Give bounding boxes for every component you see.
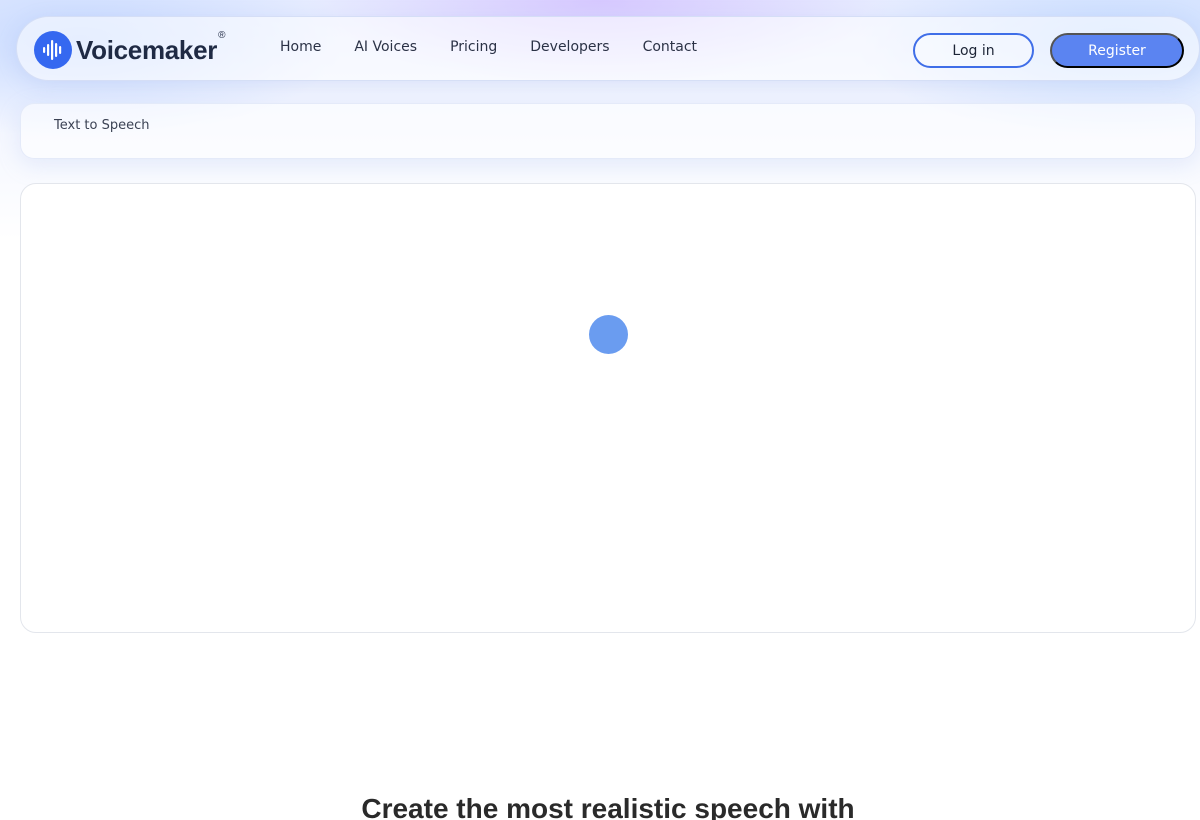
nav-link-ai-voices[interactable]: AI Voices — [354, 39, 417, 55]
register-button[interactable]: Register — [1050, 33, 1184, 68]
nav-link-home[interactable]: Home — [280, 39, 321, 55]
nav-link-contact[interactable]: Contact — [643, 39, 697, 55]
editor-panel — [20, 183, 1196, 633]
nav-link-pricing[interactable]: Pricing — [450, 39, 497, 55]
hero-heading: Create the most realistic speech with — [361, 793, 855, 820]
waveform-logo-icon — [34, 31, 72, 69]
main-nav: Home AI Voices Pricing Developers Contac… — [280, 39, 730, 55]
loading-spinner — [589, 315, 628, 354]
brand-logo[interactable]: Voicemaker ® — [34, 30, 226, 69]
navbar: Voicemaker ® Home AI Voices Pricing Deve… — [16, 16, 1200, 81]
tab-text-to-speech[interactable]: Text to Speech — [54, 118, 150, 133]
nav-link-developers[interactable]: Developers — [530, 39, 609, 55]
login-button[interactable]: Log in — [913, 33, 1034, 68]
tool-tabbar: Text to Speech — [20, 103, 1196, 159]
registered-mark: ® — [218, 30, 226, 41]
brand-name: Voicemaker — [76, 34, 218, 65]
